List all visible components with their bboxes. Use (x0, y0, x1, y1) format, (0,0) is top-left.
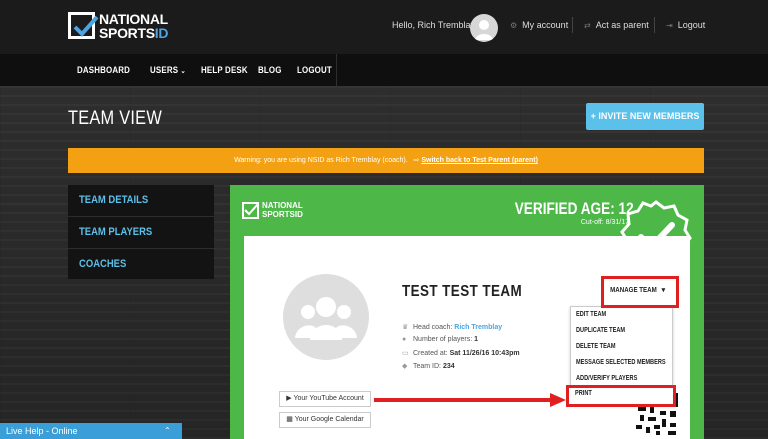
manage-team-menu: EDIT TEAM DUPLICATE TEAM DELETE TEAM MES… (570, 306, 673, 389)
head-coach-link[interactable]: Rich Tremblay (454, 324, 502, 331)
print-menu-item[interactable]: PRINT (566, 385, 676, 407)
chevron-up-icon: ⌃ (164, 426, 171, 435)
impersonation-warning: Warning: you are using NSID as Rich Trem… (68, 148, 704, 173)
players-row: ● Number of players: 1 (402, 336, 478, 343)
red-arrow-annotation (374, 393, 566, 407)
team-name: TEST TEST TEAM (402, 283, 523, 300)
logo-check-icon (68, 12, 99, 39)
swap-icon: ⇄ (584, 21, 591, 30)
my-account-link[interactable]: ⚙ My account (510, 20, 568, 30)
logo-text-national: NATIONAL (99, 11, 168, 27)
calendar-icon: ▦ (286, 416, 293, 423)
user-avatar[interactable] (470, 14, 498, 42)
created-row: ▭ Created at: Sat 11/26/16 10:43pm (402, 350, 520, 357)
switch-back-link[interactable]: Switch back to Test Parent (parent) (421, 157, 538, 164)
team-group-icon (295, 297, 357, 340)
header-divider (572, 17, 573, 33)
print-menu-label: PRINT (575, 390, 592, 397)
menu-item-duplicate-team[interactable]: DUPLICATE TEAM (571, 323, 672, 339)
sidebar-item-team-players[interactable]: TEAM PLAYERS (68, 217, 214, 248)
nav-help-desk[interactable]: HELP DESK (201, 65, 248, 75)
team-sidebar: TEAM DETAILS TEAM PLAYERS COACHES (68, 185, 214, 279)
page-title: TEAM VIEW (68, 108, 163, 129)
gear-icon: ⚙ (510, 21, 518, 30)
head-coach-row: ♛ Head coach: Rich Tremblay (402, 324, 503, 331)
logo-text-sports: SPORTSID (99, 25, 169, 41)
nav-logout[interactable]: LOGOUT (297, 65, 332, 75)
nav-users[interactable]: USERS ⌄ (150, 65, 186, 75)
youtube-account-button[interactable]: ▶ Your YouTube Account (279, 391, 371, 407)
user-icon: ● (402, 336, 407, 343)
nav-dashboard[interactable]: DASHBOARD (77, 65, 130, 75)
live-help-bar[interactable]: Live Help - Online ⌃ (0, 423, 182, 439)
nav-divider (336, 54, 337, 86)
calendar-icon: ▭ (402, 350, 409, 357)
sidebar-item-coaches[interactable]: COACHES (68, 249, 214, 280)
act-as-parent-link[interactable]: ⇄ Act as parent (584, 20, 649, 30)
team-id-row: ◆ Team ID: 234 (402, 363, 455, 370)
logout-icon: ⇥ (666, 21, 673, 30)
menu-item-message-members[interactable]: MESSAGE SELECTED MEMBERS (571, 355, 672, 371)
chevron-down-icon: ⌄ (180, 68, 186, 75)
team-details-panel: TEST TEST TEAM ♛ Head coach: Rich Trembla… (244, 236, 690, 439)
live-help-label: Live Help - Online (6, 426, 78, 436)
youtube-icon: ▶ (286, 395, 292, 402)
trophy-icon: ♛ (402, 324, 409, 331)
sidebar-item-team-details[interactable]: TEAM DETAILS (68, 185, 214, 216)
logout-link[interactable]: ⇥ Logout (666, 20, 705, 30)
nav-blog[interactable]: BLOG (258, 65, 282, 75)
verified-age: VERIFIED AGE: 12 (514, 199, 634, 218)
google-calendar-button[interactable]: ▦ Your Google Calendar (279, 412, 371, 428)
invite-new-members-button[interactable]: + INVITE NEW MEMBERS (586, 103, 704, 130)
user-greeting: Hello, Rich Tremblay (392, 20, 476, 30)
card-logo: NATIONAL SPORTSID (242, 201, 312, 223)
menu-item-edit-team[interactable]: EDIT TEAM (571, 307, 672, 323)
national-sportsid-logo[interactable]: NATIONAL SPORTSID (68, 10, 178, 44)
menu-item-delete-team[interactable]: DELETE TEAM (571, 339, 672, 355)
card-logo-line2: SPORTSID (262, 210, 303, 219)
card-logo-line1: NATIONAL (262, 201, 303, 210)
tag-icon: ◆ (402, 363, 408, 370)
header-divider (654, 17, 655, 33)
card-logo-check-icon (242, 202, 259, 219)
switch-icon: ⇨ (409, 157, 420, 164)
warning-text: Warning: you are using NSID as Rich Trem… (234, 157, 408, 164)
manage-team-highlight (601, 276, 679, 308)
cutoff-date: Cut-off: 8/31/17 (580, 219, 629, 226)
team-avatar (283, 274, 369, 360)
